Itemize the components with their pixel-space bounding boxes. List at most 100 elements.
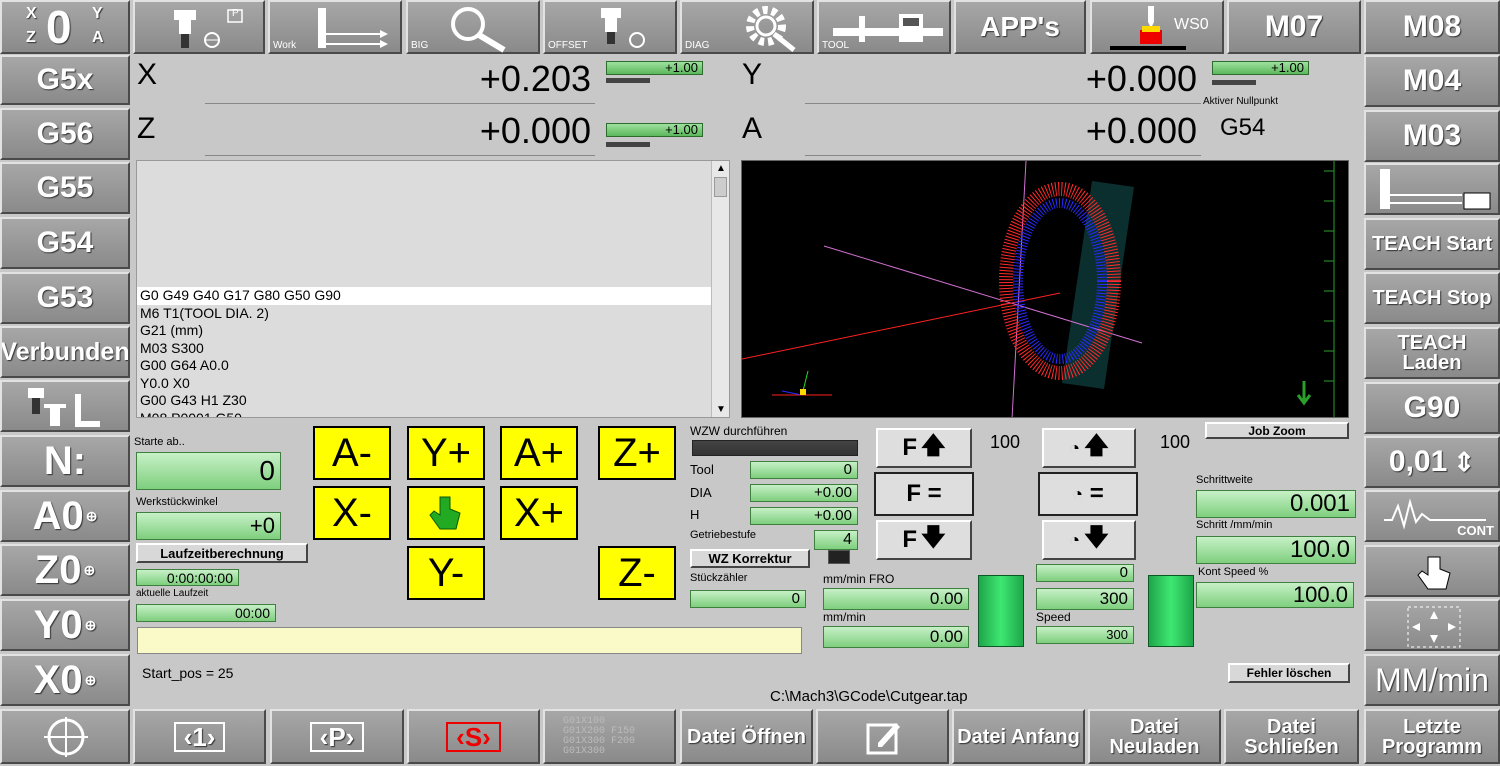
spindle-reset-button[interactable]: ◔ = <box>1038 472 1138 516</box>
job-zoom-button[interactable]: Job Zoom <box>1205 422 1349 439</box>
spindle-increase-button[interactable]: ◔ 🡅 <box>1042 428 1136 468</box>
program-icon: ‹P› <box>309 721 365 752</box>
g55-button[interactable]: G55 <box>0 162 130 214</box>
zero-y-button[interactable]: Y0 ⊕ <box>0 599 130 651</box>
toolpath-display[interactable] <box>741 160 1349 418</box>
jog-x-minus-button[interactable]: X- <box>313 486 391 540</box>
g5x-button[interactable]: G5x <box>0 55 130 105</box>
diag-button[interactable]: DIAG <box>680 0 814 54</box>
edge-find-button[interactable] <box>1364 163 1500 215</box>
jog-z-minus-button[interactable]: Z- <box>598 546 676 600</box>
big-zoom-button[interactable]: BIG <box>406 0 540 54</box>
jog-x-plus-button[interactable]: X+ <box>500 486 578 540</box>
line-number-button[interactable]: N: <box>0 435 130 487</box>
file-close-button[interactable]: Datei Schließen <box>1224 709 1359 764</box>
feed-override-field[interactable]: 0.00 <box>823 588 969 610</box>
center-button[interactable] <box>1364 599 1500 651</box>
workspace-button[interactable]: WS0 <box>1090 0 1224 54</box>
single-block-label: 1 <box>192 721 207 752</box>
tool-height-field[interactable]: +0.00 <box>750 507 858 525</box>
teach-start-button[interactable]: TEACH Start <box>1364 218 1500 270</box>
gcode-listing[interactable]: G0 G49 G40 G17 G80 G50 G90 M6 T1(TOOL DI… <box>136 160 730 418</box>
spindle-set-field[interactable]: 300 <box>1036 588 1134 610</box>
x-override-field[interactable]: +1.00 <box>606 61 703 75</box>
gcode-scrollbar[interactable]: ▲ ▼ <box>711 161 729 417</box>
jog-hand-button[interactable] <box>1364 545 1500 597</box>
offset-button[interactable]: OFFSET <box>543 0 677 54</box>
feed-decrease-button[interactable]: F 🡇 <box>876 520 972 560</box>
z-override-field[interactable]: +1.00 <box>606 123 703 137</box>
tool-diameter-field[interactable]: +0.00 <box>750 484 858 502</box>
tool-change-led[interactable] <box>692 440 858 456</box>
part-counter-field[interactable]: 0 <box>690 590 806 608</box>
zero-x-button[interactable]: X0 ⊕ <box>0 654 130 706</box>
mdi-button[interactable]: G01X100 G01X200 F150 G01X300 F200 G01X30… <box>543 709 676 764</box>
toolpath-graphic <box>742 161 1335 417</box>
m03-button[interactable]: M03 <box>1364 110 1500 162</box>
scroll-up-icon[interactable]: ▲ <box>716 163 726 174</box>
file-open-button[interactable]: Datei Öffnen <box>680 709 813 764</box>
tool-correction-button[interactable]: WZ Korrektur <box>690 549 810 568</box>
connected-status-button[interactable]: Verbunden <box>0 326 130 378</box>
feed-status-led <box>978 575 1024 647</box>
tool-change-button[interactable]: P <box>133 0 265 54</box>
stop-button[interactable]: ‹S› <box>407 709 540 764</box>
feed-increase-button[interactable]: F 🡅 <box>876 428 972 468</box>
status-line: Start_pos = 25 <box>142 665 234 681</box>
up-down-arrow-icon: ⇕ <box>1453 447 1476 477</box>
jog-y-minus-button[interactable]: Y- <box>407 546 485 600</box>
step-size-label: 0,01 <box>1388 445 1448 478</box>
file-start-button[interactable]: Datei Anfang <box>952 709 1085 764</box>
g54-button[interactable]: G54 <box>0 217 130 269</box>
scroll-down-icon[interactable]: ▼ <box>716 404 726 415</box>
last-program-button[interactable]: Letzte Programm <box>1364 709 1500 764</box>
target-icon: ⊕ <box>84 617 97 633</box>
units-mm-min-button[interactable]: MM/min <box>1364 654 1500 706</box>
zero-axes-button[interactable]: X Z 0 Y A <box>0 0 130 54</box>
jog-y-plus-button[interactable]: Y+ <box>407 426 485 480</box>
m04-button[interactable]: M04 <box>1364 55 1500 107</box>
start-from-field[interactable]: 0 <box>136 452 281 490</box>
apps-button[interactable]: APP's <box>954 0 1086 54</box>
cont-speed-field[interactable]: 100.0 <box>1196 582 1354 608</box>
tool-length-button[interactable] <box>0 380 130 432</box>
m08-button[interactable]: M08 <box>1364 0 1500 54</box>
continuous-jog-button[interactable]: CONT <box>1364 490 1500 542</box>
scroll-thumb[interactable] <box>714 177 727 197</box>
g53-button[interactable]: G53 <box>0 272 130 324</box>
spindle-decrease-button[interactable]: ◔ 🡇 <box>1042 520 1136 560</box>
jog-mode-button[interactable] <box>407 486 485 540</box>
edit-button[interactable] <box>816 709 949 764</box>
tool-number-field[interactable]: 0 <box>750 461 858 479</box>
work-button[interactable]: Work <box>268 0 402 54</box>
g90-button[interactable]: G90 <box>1364 382 1500 434</box>
teach-load-button[interactable]: TEACH Laden <box>1364 327 1500 379</box>
jog-z-plus-button[interactable]: Z+ <box>598 426 676 480</box>
clear-error-button[interactable]: Fehler löschen <box>1228 663 1350 683</box>
m07-button[interactable]: M07 <box>1227 0 1361 54</box>
g56-button[interactable]: G56 <box>0 108 130 160</box>
target-icon: ⊕ <box>83 562 96 578</box>
runtime-calc-button[interactable]: Laufzeitberechnung <box>136 543 308 563</box>
spindle-status-led <box>1148 575 1194 647</box>
feed-reset-button[interactable]: F = <box>874 472 974 516</box>
target-icon: ⊕ <box>84 672 97 688</box>
single-block-button[interactable]: ‹1› <box>133 709 266 764</box>
jog-a-minus-button[interactable]: A- <box>313 426 391 480</box>
tool-measure-button[interactable]: TOOL <box>817 0 951 54</box>
zero-a-button[interactable]: A0 ⊕ <box>0 490 130 542</box>
step-size-field[interactable]: 0.001 <box>1196 490 1356 518</box>
jog-a-plus-button[interactable]: A+ <box>500 426 578 480</box>
program-button[interactable]: ‹P› <box>270 709 404 764</box>
step-rate-field[interactable]: 100.0 <box>1196 536 1356 564</box>
gear-field[interactable]: 4 <box>814 530 858 550</box>
file-reload-button[interactable]: Datei Neuladen <box>1088 709 1221 764</box>
workpiece-angle-field[interactable]: +0 <box>136 512 281 540</box>
step-size-button[interactable]: 0,01 ⇕ <box>1364 436 1500 488</box>
y-override-field[interactable]: +1.00 <box>1212 61 1309 75</box>
teach-stop-button[interactable]: TEACH Stop <box>1364 272 1500 324</box>
target-button[interactable] <box>0 709 130 764</box>
arrow-up-icon: 🡅 <box>1084 431 1109 459</box>
diag-caption: DIAG <box>685 40 710 51</box>
zero-z-button[interactable]: Z0 ⊕ <box>0 544 130 596</box>
